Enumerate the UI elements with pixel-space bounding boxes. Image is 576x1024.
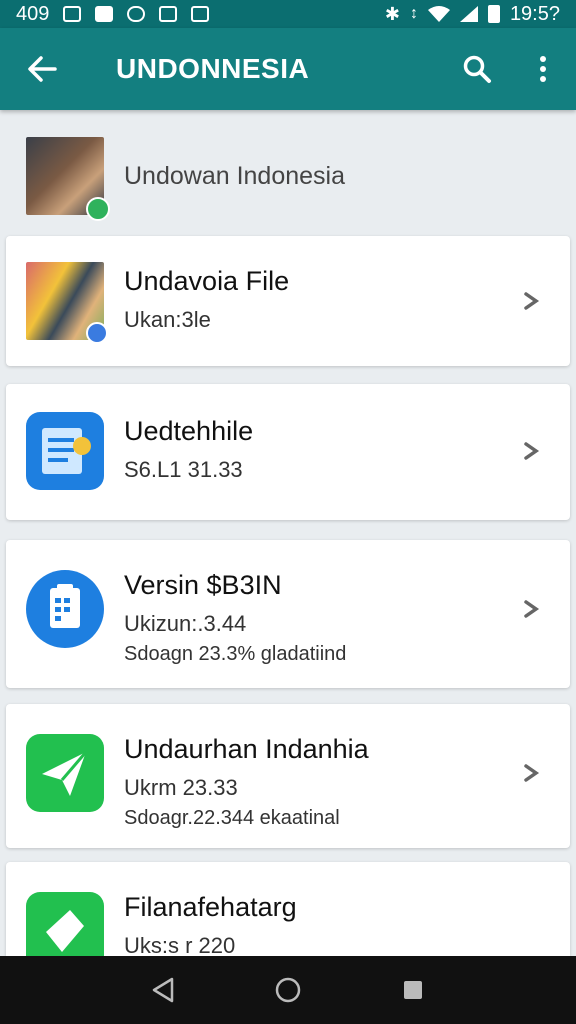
avatar	[26, 137, 110, 221]
item-title: Uedtehhile	[124, 416, 254, 446]
battery-icon	[487, 5, 500, 23]
page-title: UNDONNESIA	[116, 53, 310, 84]
send-icon	[26, 734, 104, 812]
list-item[interactable]: Uedtehhile S6.L1 31.33	[6, 384, 570, 520]
navigation-bar	[0, 956, 576, 1024]
item-subtitle: Ukrm 23.33	[124, 775, 238, 800]
signal-icon	[459, 6, 478, 22]
chevron-right-icon	[518, 594, 548, 624]
search-icon	[463, 55, 491, 83]
chevron-right-icon	[518, 758, 548, 788]
more-options-button[interactable]	[510, 28, 576, 110]
more-vert-icon	[540, 56, 546, 82]
nav-recents-button[interactable]	[388, 965, 438, 1015]
item-detail: Sdoagn 23.3% gladatiind	[124, 643, 347, 665]
send-icon	[26, 892, 104, 956]
chevron-right-icon	[518, 286, 548, 316]
item-title: Undavoia File	[124, 266, 290, 296]
email-icon	[63, 6, 82, 22]
item-title: Undaurhan Indanhia	[124, 734, 369, 764]
search-button[interactable]	[444, 28, 510, 110]
item-subtitle: Ukizun:.3.44	[124, 611, 247, 636]
photo-thumbnail-icon	[26, 262, 108, 344]
list-item[interactable]: Undaurhan Indanhia Ukrm 23.33 Sdoagr.22.…	[6, 704, 570, 848]
nav-home-button[interactable]	[263, 965, 313, 1015]
clipboard-icon	[26, 570, 104, 648]
nav-home-icon	[275, 977, 301, 1003]
back-arrow-icon	[28, 56, 57, 82]
nav-recents-icon	[404, 981, 423, 999]
status-badge-icon	[86, 197, 110, 221]
document-icon	[26, 412, 104, 490]
item-detail: Sdoagr.22.344 ekaatinal	[124, 807, 340, 829]
chevron-right-icon	[518, 436, 548, 466]
bag-icon	[95, 6, 114, 22]
home-icon	[191, 6, 210, 22]
wifi-icon	[427, 6, 450, 22]
item-title: Filanafehatarg	[124, 892, 297, 922]
nav-back-icon	[152, 977, 173, 1003]
nav-back-button[interactable]	[138, 965, 188, 1015]
item-subtitle: S6.L1 31.33	[124, 457, 243, 482]
back-button[interactable]	[0, 28, 84, 110]
list-item[interactable]: Filanafehatarg Uks:s r 220	[6, 862, 570, 958]
status-bar: 409 ✱ ↕ 19:5?	[0, 0, 576, 28]
header-row[interactable]: Undowan Indonesia	[6, 118, 570, 234]
status-time: 19:5?	[509, 2, 560, 25]
badge-icon	[86, 322, 108, 344]
list-item[interactable]: Undavoia File Ukan:3le	[6, 236, 570, 366]
image-icon	[159, 6, 178, 22]
shield-icon	[127, 6, 146, 22]
vibrate-icon: ↕	[409, 5, 418, 22]
app-bar: UNDONNESIA	[0, 28, 576, 110]
item-subtitle: Ukan:3le	[124, 307, 211, 332]
status-left-text: 409	[16, 2, 50, 25]
item-title: Versin $B3IN	[124, 570, 282, 600]
list-item[interactable]: Versin $B3IN Ukizun:.3.44 Sdoagn 23.3% g…	[6, 540, 570, 688]
header-label: Undowan Indonesia	[124, 161, 345, 190]
bluetooth-icon: ✱	[384, 3, 400, 24]
